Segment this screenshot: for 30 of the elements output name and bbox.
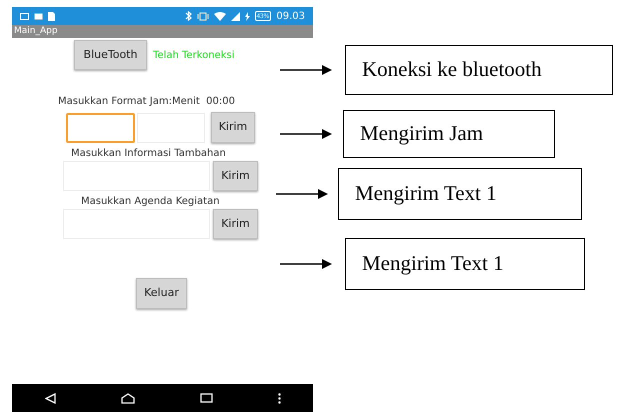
charging-icon: [244, 12, 250, 20]
annotation-box: Mengirim Text 1: [338, 168, 582, 220]
back-icon[interactable]: [44, 392, 56, 404]
annotation-box: Mengirim Jam: [343, 110, 555, 158]
arrow-icon: [276, 189, 328, 199]
clock-text: 09.03: [276, 10, 305, 24]
send-button[interactable]: Kirim: [211, 112, 255, 143]
field-label: Masukkan Agenda Kegiatan: [81, 197, 221, 207]
connection-status: Telah Terkoneksi: [153, 48, 234, 62]
field-label: Masukkan Informasi Tambahan: [71, 149, 227, 159]
bluetooth-icon: [184, 11, 192, 21]
input-field[interactable]: [66, 112, 135, 142]
arrow-icon: [280, 65, 332, 75]
arrow-icon: [280, 129, 332, 139]
send-button[interactable]: Kirim: [213, 161, 258, 191]
field-label: Masukkan Format Jam:Menit 00:00: [58, 97, 236, 107]
vibrate-icon: [196, 12, 209, 20]
home-icon[interactable]: [120, 392, 134, 404]
recent-apps-icon[interactable]: [200, 393, 212, 403]
wifi-icon: [214, 12, 226, 20]
send-button[interactable]: Kirim: [213, 209, 258, 239]
annotation-box: Mengirim Text 1: [345, 238, 585, 290]
signal-icon: [230, 12, 240, 20]
menu-icon[interactable]: [278, 392, 280, 404]
arrow-icon: [280, 259, 332, 269]
exit-button[interactable]: Keluar: [136, 278, 187, 309]
sd-card-icon: [48, 12, 55, 20]
app-title: Main_App: [14, 27, 58, 36]
annotation-box: Koneksi ke bluetooth: [345, 45, 613, 95]
bluetooth-button[interactable]: BlueTooth: [74, 40, 147, 70]
